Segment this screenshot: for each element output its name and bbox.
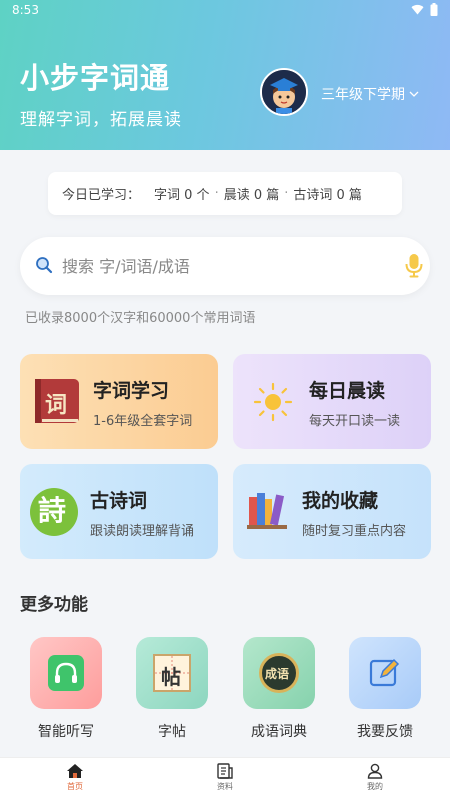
- grade-label: 三年级下学期: [321, 87, 405, 103]
- headphones-icon: [48, 655, 84, 691]
- collection-tip: 已收录8000个汉字和60000个常用词语: [25, 311, 256, 326]
- home-icon: [67, 764, 83, 778]
- student-avatar-icon: [262, 70, 306, 114]
- word-book-char: 词: [45, 393, 68, 418]
- avatar[interactable]: [260, 68, 308, 116]
- status-time: 8:53: [12, 3, 39, 17]
- tab-materials[interactable]: 资料: [195, 763, 255, 792]
- status-bar: 8:53: [0, 0, 450, 22]
- dictation-button[interactable]: 智能听写: [21, 637, 111, 741]
- today-progress-card: 今日已学习： 字词 0 个 · 晨读 0 篇 · 古诗词 0 篇: [48, 172, 402, 215]
- status-icons: [411, 3, 438, 16]
- card-desc: 跟读朗读理解背诵: [90, 524, 195, 539]
- bottom-tab-bar: 首页 资料 我的: [0, 757, 450, 800]
- microphone-icon[interactable]: [404, 253, 424, 279]
- favorites-card[interactable]: 我的收藏 随时复习重点内容: [233, 464, 431, 559]
- search-icon: [36, 257, 53, 274]
- header-banner: 8:53 小步字词通 理解字词，拓展晨读 三年级下学期: [0, 0, 450, 150]
- today-words: 字词 0 个: [154, 188, 210, 203]
- card-desc: 随时复习重点内容: [302, 524, 407, 539]
- card-desc: 1-6年级全套字词: [93, 414, 193, 429]
- card-title: 字词学习: [93, 380, 170, 402]
- word-book-icon: 词: [33, 377, 81, 425]
- copybook-char: 帖: [161, 665, 181, 689]
- poem-icon-char: 詩: [38, 494, 67, 527]
- card-title: 我的收藏: [302, 490, 379, 512]
- card-title: 古诗词: [90, 490, 148, 512]
- morning-read-card[interactable]: 每日晨读 每天开口读一读: [233, 354, 431, 449]
- document-icon: [217, 763, 233, 779]
- tab-label: 资料: [217, 782, 233, 791]
- idiom-dictionary-button[interactable]: 成语 成语词典: [234, 637, 324, 741]
- copybook-icon: 帖: [153, 654, 191, 692]
- idiom-dictionary-icon: 成语: [259, 653, 299, 693]
- tab-label: 首页: [67, 782, 83, 791]
- function-icon-box: [30, 637, 102, 709]
- feedback-icon: [369, 658, 400, 687]
- function-label: 智能听写: [38, 724, 94, 740]
- function-icon-box: [349, 637, 421, 709]
- search-bar[interactable]: [20, 237, 430, 295]
- tab-label: 我的: [367, 782, 383, 791]
- tab-home[interactable]: 首页: [45, 763, 105, 792]
- chevron-down-icon: [409, 91, 419, 97]
- function-icon-box: 成语: [243, 637, 315, 709]
- feedback-button[interactable]: 我要反馈: [340, 637, 430, 741]
- word-study-card[interactable]: 词 字词学习 1-6年级全套字词: [20, 354, 218, 449]
- function-label: 我要反馈: [357, 724, 413, 740]
- idiom-char: 成语: [265, 667, 290, 681]
- separator: ·: [214, 186, 219, 201]
- copybook-button[interactable]: 帖 字帖: [127, 637, 217, 741]
- card-title: 每日晨读: [309, 380, 386, 402]
- more-functions-title: 更多功能: [20, 595, 88, 615]
- user-icon: [367, 763, 383, 779]
- today-poems: 古诗词 0 篇: [293, 188, 362, 203]
- function-label: 成语词典: [251, 724, 307, 740]
- books-icon: [247, 493, 287, 529]
- today-morning: 晨读 0 篇: [223, 188, 280, 203]
- separator: ·: [284, 186, 289, 201]
- grade-selector[interactable]: 三年级下学期: [321, 84, 419, 104]
- app-title: 小步字词通: [20, 61, 171, 95]
- today-label: 今日已学习：: [62, 188, 141, 203]
- function-label: 字帖: [158, 724, 186, 740]
- tab-mine[interactable]: 我的: [345, 763, 405, 792]
- wifi-icon: [411, 4, 424, 15]
- sun-icon: [253, 382, 293, 422]
- search-input[interactable]: [62, 253, 382, 279]
- app-subtitle: 理解字词，拓展晨读: [20, 110, 182, 130]
- poem-icon: 詩: [30, 488, 78, 536]
- battery-icon: [430, 3, 438, 16]
- function-icon-box: 帖: [136, 637, 208, 709]
- card-desc: 每天开口读一读: [309, 414, 401, 429]
- ancient-poetry-card[interactable]: 詩 古诗词 跟读朗读理解背诵: [20, 464, 218, 559]
